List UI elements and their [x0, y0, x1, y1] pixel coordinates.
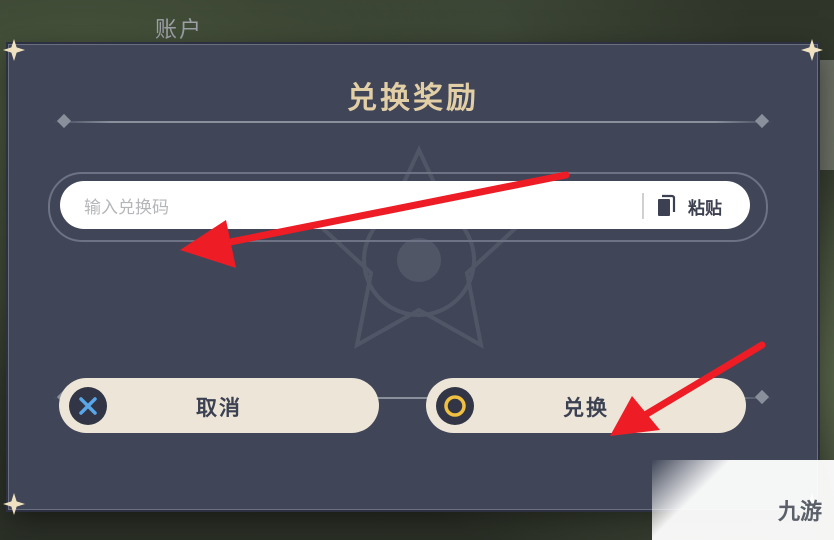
account-tab-label: 账户	[155, 18, 204, 43]
redeem-button[interactable]: 兑换	[426, 378, 746, 433]
watermark-text: 九游	[777, 500, 822, 525]
input-separator	[642, 193, 644, 219]
redeem-dialog: 兑换奖励	[3, 39, 823, 515]
dialog-title: 兑换奖励	[347, 81, 479, 116]
input-placeholder: 输入兑换码	[84, 198, 169, 218]
cancel-button[interactable]: 取消	[59, 378, 379, 433]
site-watermark: 九游	[652, 460, 834, 540]
clipboard-icon[interactable]	[656, 194, 676, 218]
cancel-button-label: 取消	[196, 396, 242, 420]
title-divider	[53, 121, 773, 123]
redeem-code-input[interactable]: 输入兑换码 粘贴	[60, 181, 750, 229]
redeem-button-label: 兑换	[563, 396, 609, 420]
paste-button[interactable]: 粘贴	[688, 194, 722, 219]
